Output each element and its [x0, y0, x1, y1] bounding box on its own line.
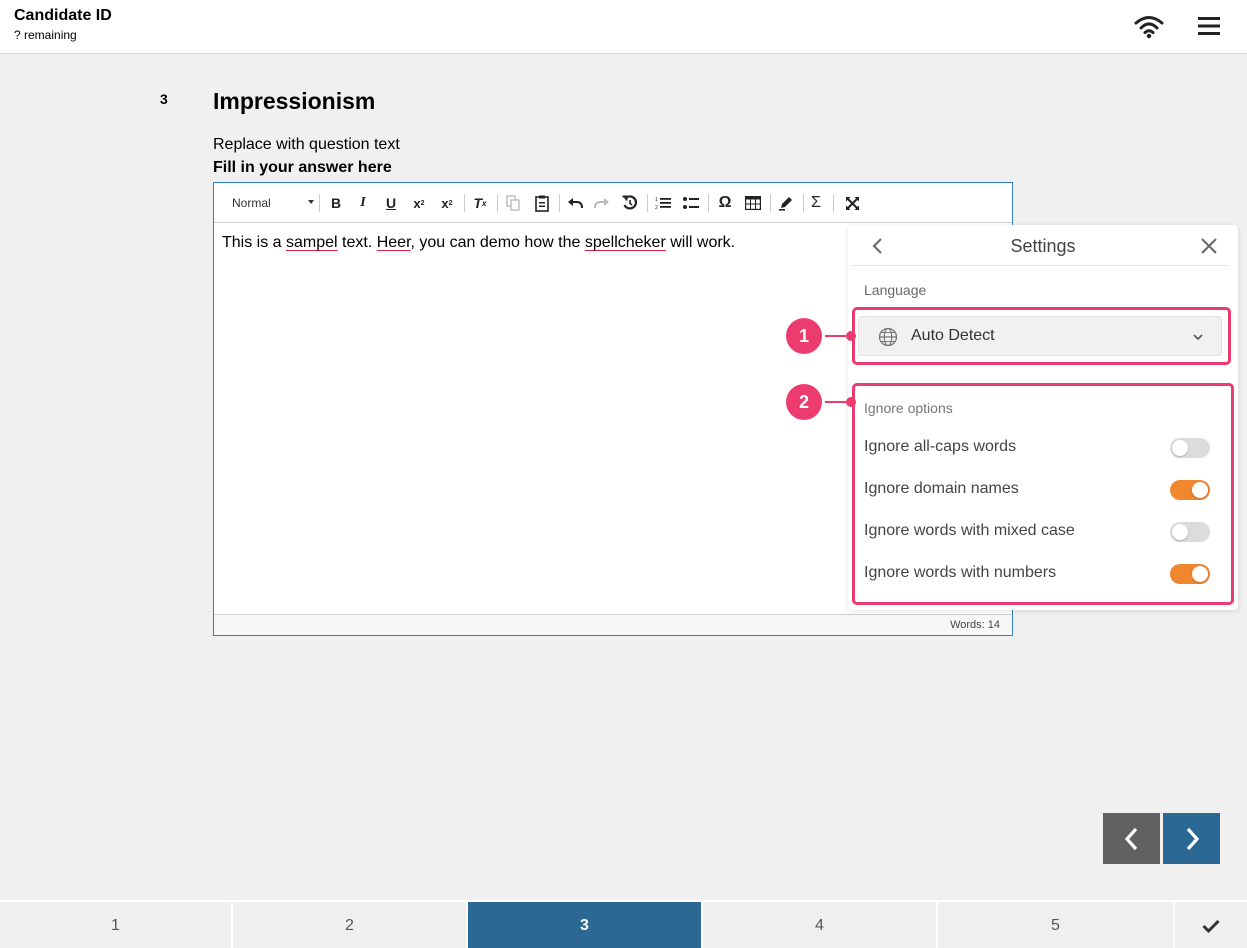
callout-badge-2: 2 — [786, 384, 822, 420]
word-count: Words: 14 — [950, 619, 1000, 631]
remove-format-icon[interactable]: Tx — [469, 193, 491, 213]
text-run: , you can demo how the — [410, 234, 585, 251]
math-sigma-icon[interactable]: Σ — [805, 193, 827, 213]
spellcheck-pencil-icon[interactable] — [775, 193, 797, 213]
previous-question-button[interactable] — [1103, 813, 1160, 864]
question-number: 3 — [160, 91, 168, 107]
question-text: Replace with question text — [213, 136, 400, 153]
dropdown-arrow-icon — [308, 200, 314, 204]
misspelled-word[interactable]: Heer — [377, 234, 411, 251]
format-dropdown[interactable]: Normal — [232, 193, 314, 213]
editor-toolbar: Normal B I U x2 x2 Tx 12 Ω Σ — [214, 183, 1012, 223]
superscript-icon[interactable]: x2 — [436, 193, 458, 213]
text-run: will work. — [665, 234, 736, 251]
toolbar-separator — [319, 194, 320, 212]
toolbar-separator — [559, 194, 560, 212]
finish-button[interactable] — [1175, 902, 1247, 948]
editor-statusbar: Words: 14 — [214, 614, 1012, 635]
misspelled-word[interactable]: sampel — [286, 234, 338, 251]
toolbar-separator — [803, 194, 804, 212]
callout-box-language — [852, 307, 1231, 365]
question-pager: 1 2 3 4 5 — [0, 900, 1247, 948]
divider — [852, 265, 1229, 266]
toolbar-separator — [464, 194, 465, 212]
undo-icon[interactable] — [564, 193, 586, 213]
format-label: Normal — [232, 196, 271, 210]
remaining-label: ? remaining — [14, 28, 77, 42]
page-tab-5[interactable]: 5 — [938, 902, 1175, 948]
table-icon[interactable] — [742, 193, 764, 213]
svg-text:1: 1 — [655, 197, 658, 203]
page-tab-4[interactable]: 4 — [703, 902, 938, 948]
toolbar-separator — [497, 194, 498, 212]
toolbar-separator — [708, 194, 709, 212]
chevron-right-icon — [1186, 827, 1199, 850]
top-bar: Candidate ID ? remaining — [0, 0, 1247, 54]
paste-icon[interactable] — [531, 193, 553, 213]
italic-icon[interactable]: I — [352, 193, 374, 213]
chevron-left-icon — [1124, 827, 1137, 850]
callout-dot — [846, 397, 856, 407]
special-character-icon[interactable]: Ω — [714, 193, 736, 213]
text-run: text. — [337, 234, 377, 251]
callout-dot — [846, 331, 856, 341]
page-tab-1[interactable]: 1 — [0, 902, 233, 948]
toolbar-separator — [833, 194, 834, 212]
editor-content[interactable]: This is a sampel text. Heer, you can dem… — [222, 234, 735, 252]
history-icon[interactable] — [619, 193, 641, 213]
bulleted-list-icon[interactable] — [680, 193, 702, 213]
bold-icon[interactable]: B — [325, 193, 347, 213]
copy-icon[interactable] — [502, 193, 524, 213]
question-title: Impressionism — [213, 88, 376, 114]
settings-title: Settings — [1010, 236, 1076, 256]
page-tab-3[interactable]: 3 — [468, 902, 703, 948]
checkmark-icon — [1202, 919, 1220, 933]
text-run: This is a — [222, 234, 287, 251]
next-question-button[interactable] — [1163, 813, 1220, 864]
redo-icon[interactable] — [591, 193, 613, 213]
misspelled-word[interactable]: spellcheker — [585, 234, 666, 251]
language-label: Language — [864, 282, 927, 298]
underline-icon[interactable]: U — [380, 193, 402, 213]
maximize-icon[interactable] — [841, 193, 863, 213]
callout-badge-1: 1 — [786, 318, 822, 354]
toolbar-separator — [770, 194, 771, 212]
candidate-id-title: Candidate ID — [14, 7, 112, 24]
numbered-list-icon[interactable]: 12 — [652, 193, 674, 213]
page-tab-2[interactable]: 2 — [233, 902, 468, 948]
close-icon[interactable] — [1199, 236, 1219, 256]
hamburger-menu-icon[interactable] — [1197, 14, 1221, 38]
toolbar-separator — [647, 194, 648, 212]
callout-box-ignore-options — [852, 383, 1234, 605]
answer-instruction: Fill in your answer here — [213, 159, 392, 176]
svg-text:2: 2 — [655, 205, 658, 210]
subscript-icon[interactable]: x2 — [408, 193, 430, 213]
wifi-icon[interactable] — [1134, 14, 1164, 40]
